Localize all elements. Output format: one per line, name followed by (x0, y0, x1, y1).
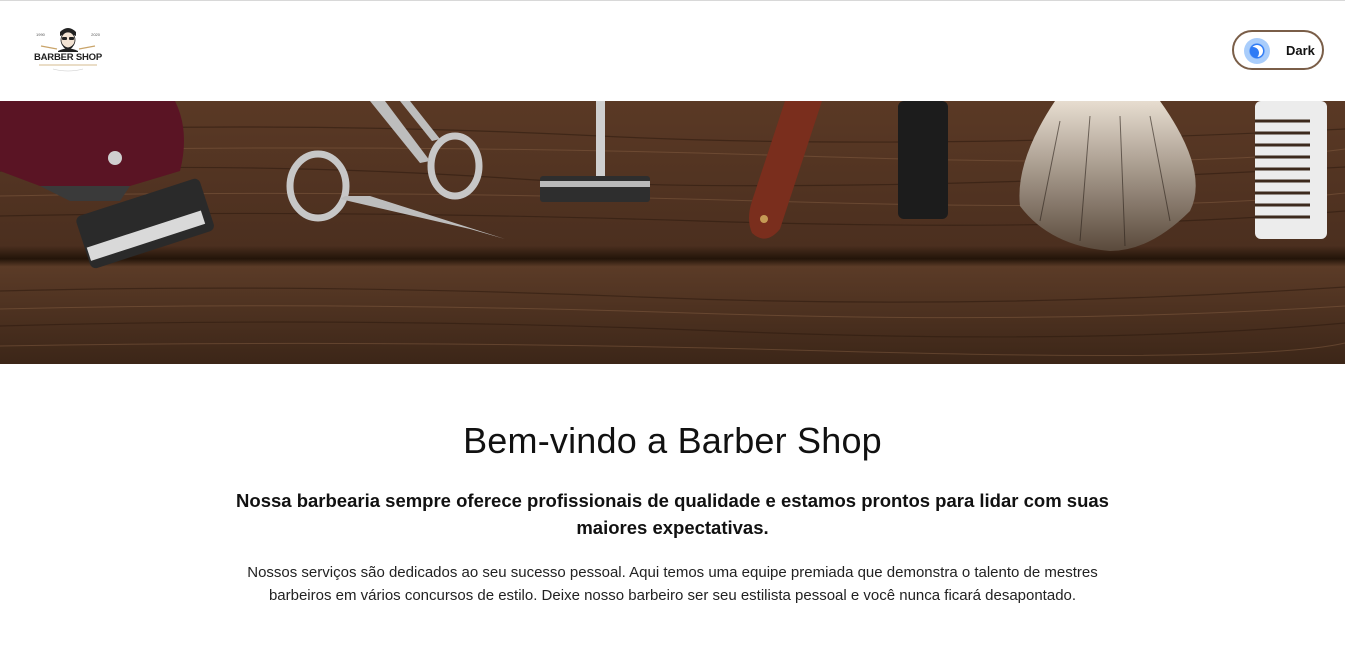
hero-banner (0, 101, 1345, 364)
toggle-label: Dark (1286, 43, 1315, 58)
moon-icon (1244, 38, 1270, 64)
logo-year-right: 2020 (91, 32, 100, 37)
welcome-body: Nossos serviços são dedicados ao seu suc… (247, 564, 1098, 604)
site-header: 1990 2020 BARBER SHOP Dark (0, 1, 1345, 101)
barber-shop-logo[interactable]: 1990 2020 BARBER SHOP (33, 23, 103, 79)
barber-tools-image (0, 101, 1345, 364)
welcome-subtitle: Nossa barbearia sempre oferece profissio… (236, 490, 1109, 538)
dark-mode-toggle[interactable]: Dark (1232, 30, 1324, 70)
logo-text: BARBER SHOP (33, 52, 102, 63)
logo-year-left: 1990 (36, 32, 45, 37)
page-title: Bem-vindo a Barber Shop (463, 420, 882, 461)
